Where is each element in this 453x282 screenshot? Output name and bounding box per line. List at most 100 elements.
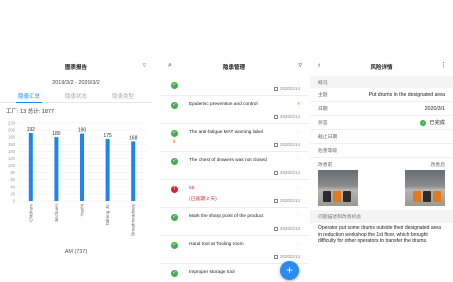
alert-icon: ! (171, 186, 178, 193)
list-item[interactable]: ✓ The chest of drawers was not closed ☆ 202… (160, 152, 308, 180)
chart-report-navbar: 图表报告 ▿ (0, 58, 152, 76)
tab-summary[interactable]: 隐患汇总 (14, 89, 44, 103)
item-title: Hand tool at Tooling room (189, 242, 244, 247)
item-date: 2020/2/14 (279, 86, 300, 91)
check-icon: ✓ (171, 270, 178, 277)
y-tick-label: 60 (10, 177, 15, 182)
item-title: 55 (189, 186, 195, 191)
y-tick-label: 160 (8, 142, 16, 147)
calendar-icon (273, 170, 278, 175)
calendar-icon (273, 142, 278, 147)
list-item[interactable]: ✓ ☆ 2020/2/14 (160, 76, 308, 96)
item-title: The anti-fatigue MAT warning label (189, 130, 263, 135)
search-icon[interactable]: ⌕ (168, 62, 172, 70)
drum (423, 191, 431, 202)
list-item[interactable]: ✓ Mark the sharp point of the product ☆ 202… (160, 208, 308, 236)
item-date: 2020/2/14 (279, 142, 300, 147)
tab-status[interactable]: 隐患状态 (61, 89, 91, 103)
y-tick-label: 200 (8, 128, 16, 133)
row-date: 日期 2020/3/1 (310, 102, 453, 116)
check-icon: ✓ (171, 82, 178, 89)
calendar-icon (273, 198, 278, 203)
photo-row (310, 170, 453, 206)
item-title: Mark the sharp point of the product (189, 214, 264, 219)
tab-type[interactable]: 隐患类型 (108, 89, 138, 103)
row-label: 截止日期 (318, 135, 338, 140)
item-title: Epidemic prevention and control (189, 102, 258, 107)
y-tick-label: 0 (13, 199, 16, 204)
data-label: 190 (78, 128, 87, 134)
x-tick-label: Broadmeadows (131, 203, 136, 236)
star-icon[interactable]: ☆ (297, 185, 301, 191)
bar (28, 132, 33, 201)
filter-icon[interactable]: ▿ (142, 61, 146, 69)
check-icon: ✓ (420, 119, 427, 126)
bar (54, 137, 59, 201)
y-tick-label: 180 (8, 135, 16, 140)
status-value: 已完成 (429, 120, 445, 126)
bar (80, 133, 84, 201)
x-tick-label: Jinchuen (54, 204, 59, 223)
star-icon[interactable]: ☆ (297, 129, 301, 135)
list-item[interactable]: ✓ Epidemic prevention and control ★ 2020/2/… (160, 96, 308, 124)
drum (433, 191, 441, 202)
star-icon[interactable]: ☆ (297, 241, 301, 247)
item-title: The chest of drawers was not closed (189, 158, 267, 163)
drum (413, 191, 421, 202)
list-item[interactable]: ✓ The anti-fatigue MAT warning label ☆ 2020… (160, 124, 308, 152)
check-icon: ✓ (171, 102, 178, 109)
bar (131, 141, 136, 201)
row-value: 2020/3/1 (424, 105, 445, 112)
row-label: 主题 (318, 93, 328, 98)
date-range[interactable]: 2019/3/2 - 2020/3/2 (0, 76, 152, 89)
row-deadline: 截止日期 (310, 130, 453, 144)
item-date: 2020/2/13 (279, 226, 300, 231)
x-tick-label: Chickum (28, 204, 33, 222)
calendar-icon (273, 114, 278, 119)
back-icon[interactable]: ‹ (318, 62, 320, 69)
hazard-list-screen: ⌕ 隐患管理 ▿ ✓ ☆ 2020/2/14 ✓ Epidemic prevention… (160, 58, 308, 282)
before-label: 改善前 (318, 163, 333, 168)
list-item[interactable]: ! 55 (已逾期 2 天) ☆ 2020/2/13 (160, 180, 308, 208)
star-icon[interactable]: ☆ (297, 157, 301, 163)
drum (323, 191, 331, 202)
bar (105, 138, 110, 201)
before-photo[interactable] (318, 170, 358, 206)
chart-footer: AM (737) (64, 249, 88, 255)
more-icon[interactable]: ⋮ (440, 61, 447, 69)
page-title: 图表报告 (64, 65, 87, 71)
item-title: Improper storage tool (189, 270, 235, 275)
add-button[interactable]: + (280, 261, 299, 280)
description-title: 问题描述和改善机会 (310, 210, 453, 223)
y-tick-label: 140 (8, 149, 16, 154)
star-icon[interactable]: ★ (297, 101, 301, 107)
data-label: 180 (52, 131, 61, 137)
y-tick-label: 100 (8, 163, 16, 168)
after-photo[interactable] (405, 170, 445, 206)
row-value: Put drums in the designated area (368, 91, 445, 98)
hazard-list: ✓ ☆ 2020/2/14 ✓ Epidemic prevention and cont… (160, 76, 308, 282)
check-icon: ✓ (171, 214, 178, 221)
trophy-icon: ♛ (172, 139, 177, 145)
calendar-icon (273, 86, 278, 91)
bar-chart: 0 20 40 60 80 100 120 140 160 180 200 220 192 Chickum… (0, 117, 152, 247)
row-label: 状态 (318, 121, 328, 126)
row-status: 状态 ✓ 已完成 (310, 116, 453, 130)
page-title: 隐患管理 (222, 65, 245, 71)
risk-detail-navbar: ‹ 风险详情 ⋮ (310, 58, 453, 76)
y-tick-label: 120 (8, 156, 16, 161)
tab-bar: 隐患汇总 隐患状态 隐患类型 (0, 89, 152, 103)
list-item[interactable]: ✓ Hand tool at Tooling room ☆ 2020/2/13 (160, 236, 308, 264)
drum (333, 191, 341, 202)
filter-icon[interactable]: ▿ (298, 61, 302, 69)
section-overview: 概况 (310, 76, 453, 88)
star-icon[interactable]: ☆ (297, 213, 301, 219)
item-date: 2020/2/13 (279, 198, 300, 203)
row-label: 危害等级 (318, 149, 338, 154)
row-risk-level: 危害等级 (310, 144, 453, 158)
stats-summary: 工厂: 13 总计: 1877 (6, 109, 54, 115)
x-tick-label: Yasthi (80, 204, 85, 216)
page-title: 风险详情 (370, 65, 393, 71)
item-date: 2020/2/13 (279, 254, 300, 259)
bar-chart-svg: 0 20 40 60 80 100 120 140 160 180 200 220 192 Chickum… (8, 121, 146, 236)
